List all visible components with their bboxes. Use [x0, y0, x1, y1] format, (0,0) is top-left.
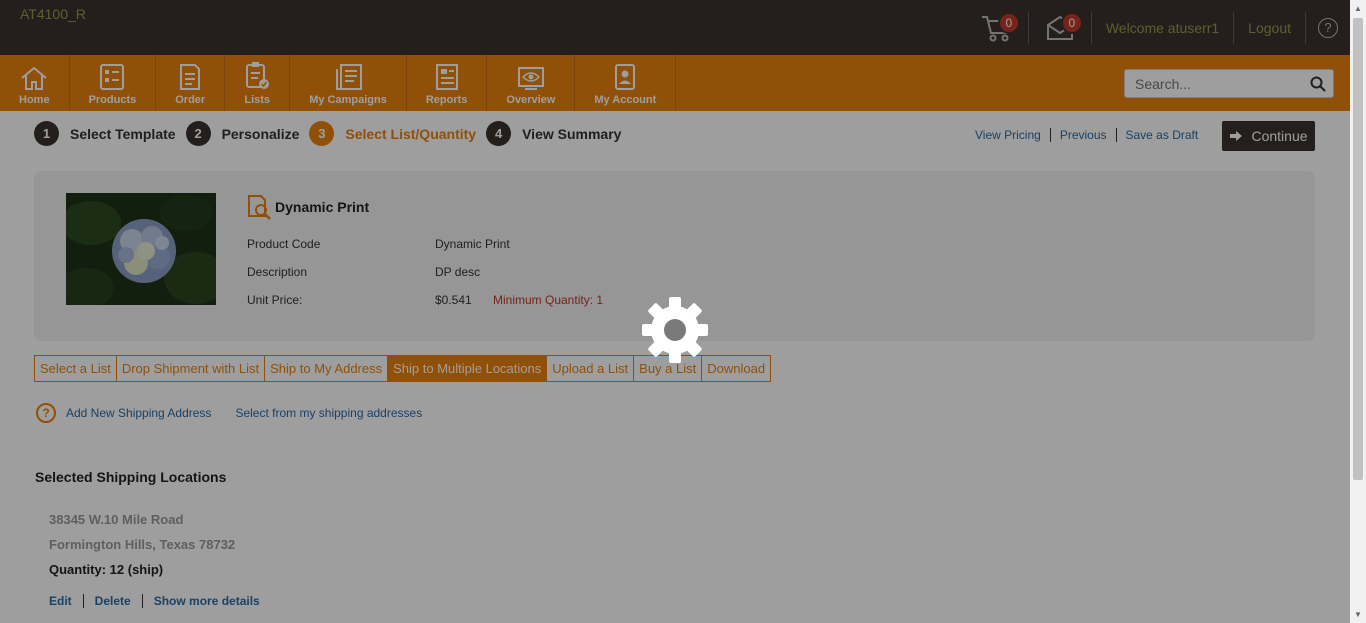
scroll-thumb[interactable] — [1353, 18, 1363, 480]
page-scrollbar[interactable]: ▲ ▼ — [1350, 0, 1366, 623]
loading-overlay — [0, 0, 1350, 623]
loading-gear-icon — [642, 297, 708, 363]
scroll-up-icon[interactable]: ▲ — [1354, 4, 1362, 13]
scroll-down-icon[interactable]: ▼ — [1354, 610, 1362, 619]
